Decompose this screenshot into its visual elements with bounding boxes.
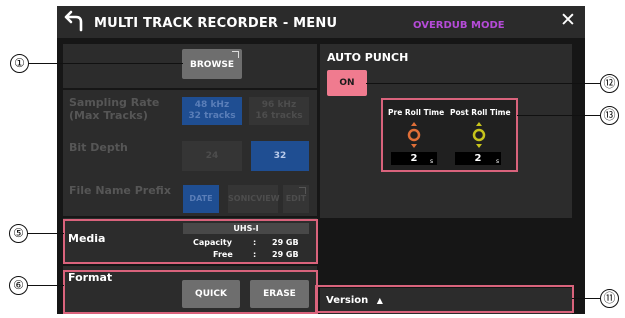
callout-number-1: ① xyxy=(10,54,29,73)
sampling-rate-option-96khz[interactable]: 96 kHz 16 tracks xyxy=(249,97,309,125)
prefix-option-date[interactable]: DATE xyxy=(183,185,219,213)
bit-depth-option-24[interactable]: 24 xyxy=(182,141,242,171)
callout-line-11 xyxy=(572,298,600,299)
bit-depth-option-32[interactable]: 32 xyxy=(251,141,309,171)
callout-number-11: ⑪ xyxy=(600,289,619,308)
callout-box-media xyxy=(63,219,318,264)
prefix-option-edit[interactable]: EDIT xyxy=(283,185,309,213)
callout-line-1 xyxy=(29,63,183,64)
mode-indicator: OVERDUB MODE xyxy=(413,20,505,31)
callout-line-6 xyxy=(28,285,64,286)
auto-punch-label: AUTO PUNCH xyxy=(327,51,409,64)
callout-box-format xyxy=(63,270,318,314)
back-arrow-icon xyxy=(64,10,83,32)
close-icon: ✕ xyxy=(560,9,576,31)
callout-line-12 xyxy=(366,83,600,84)
bit-depth-label: Bit Depth xyxy=(69,141,128,154)
page-title: MULTI TRACK RECORDER - MENU xyxy=(94,16,338,31)
callout-line-13 xyxy=(517,115,600,116)
callout-line-5 xyxy=(28,233,64,234)
sampling-rate-option-48khz[interactable]: 48 kHz 32 tracks xyxy=(182,97,242,125)
file-name-prefix-label: File Name Prefix xyxy=(69,184,171,197)
callout-number-6: ⑥ xyxy=(9,276,28,295)
back-button[interactable] xyxy=(59,8,85,34)
callout-number-12: ⑫ xyxy=(600,74,619,93)
callout-box-version xyxy=(315,285,574,313)
external-link-icon xyxy=(232,51,239,58)
sampling-rate-label: Sampling Rate (Max Tracks) xyxy=(69,96,160,122)
external-link-icon xyxy=(299,187,306,194)
close-button[interactable]: ✕ xyxy=(555,8,581,34)
browse-label: BROWSE xyxy=(190,60,234,70)
callout-number-13: ⑬ xyxy=(600,106,619,125)
edit-label: EDIT xyxy=(285,194,307,203)
auto-punch-on-button[interactable]: ON xyxy=(327,70,367,96)
browse-button[interactable]: BROWSE xyxy=(182,49,242,79)
callout-box-roll-time xyxy=(381,98,518,172)
prefix-option-sonicview[interactable]: SONICVIEW xyxy=(228,185,280,213)
callout-number-5: ⑤ xyxy=(9,224,28,243)
